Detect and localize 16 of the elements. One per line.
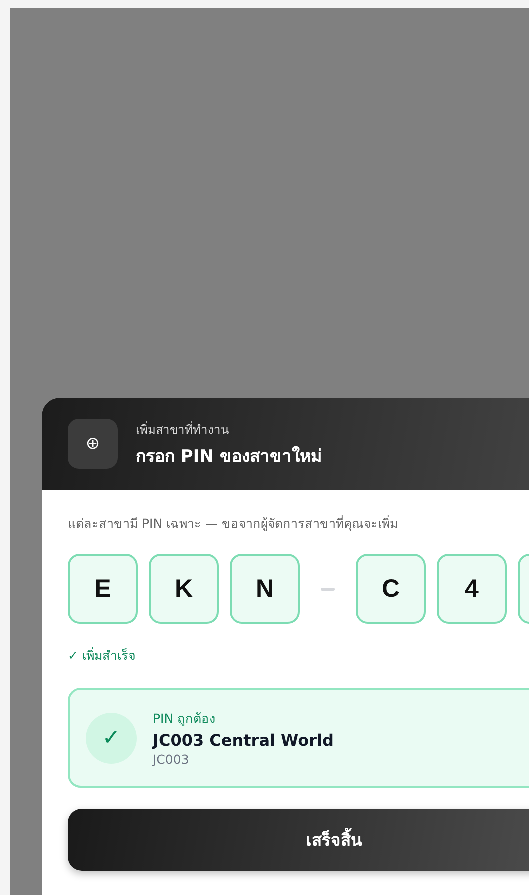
- branch-name: JC003 Central World: [153, 731, 334, 750]
- pin-digit-field[interactable]: E: [68, 554, 138, 624]
- result-label: PIN ถูกต้อง: [153, 710, 217, 728]
- pin-digit-field[interactable]: K: [149, 554, 219, 624]
- finish-button[interactable]: เสร็จสิ้น: [68, 809, 529, 871]
- success-message: ✓ เพิ่มสำเร็จ: [68, 646, 136, 665]
- pin-digit-field[interactable]: N: [230, 554, 300, 624]
- header-title: กรอก PIN ของสาขาใหม่: [136, 445, 322, 468]
- separator-dash: [321, 588, 335, 590]
- check-icon: ✓: [86, 712, 137, 764]
- description-text: แต่ละสาขามี PIN เฉพาะ — ขอจากผู้จัดการสาขาที่คุณจะเพิ่ม: [68, 514, 399, 534]
- pin-digit-field[interactable]: 4: [437, 554, 507, 624]
- add-icon: ⊕: [68, 419, 118, 469]
- header-subtitle: เพิ่มสาขาที่ทำงาน: [136, 420, 230, 438]
- pin-digit-field[interactable]: C: [356, 554, 426, 624]
- branch-code: JC003: [153, 752, 190, 767]
